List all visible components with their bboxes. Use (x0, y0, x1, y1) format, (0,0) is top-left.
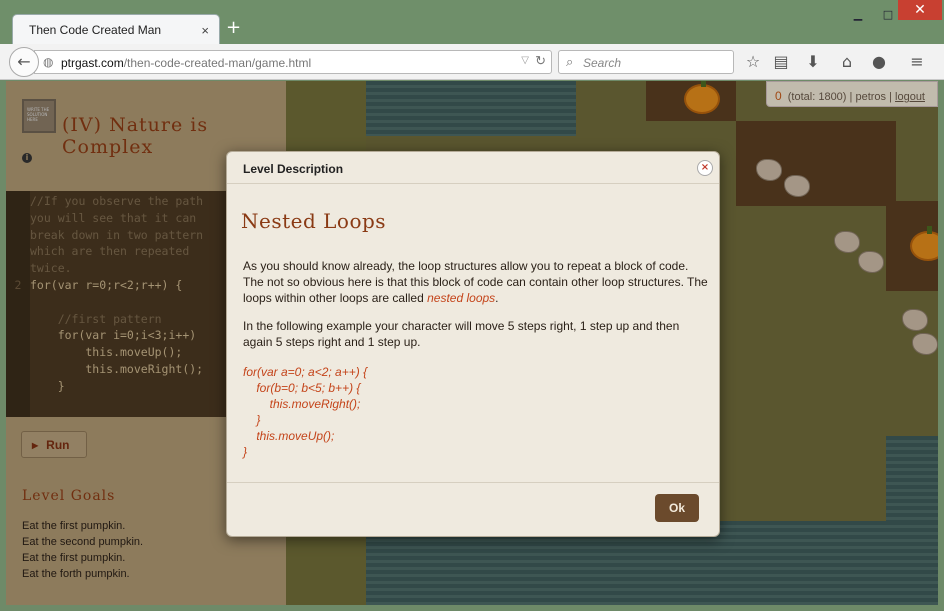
browser-tab[interactable]: Then Code Created Man × (12, 14, 220, 46)
home-icon[interactable]: ⌂ (836, 52, 858, 72)
globe-icon: ◍ (43, 55, 54, 69)
ok-button[interactable]: Ok (655, 494, 699, 522)
level-description-dialog: Level Description × Nested Loops As you … (226, 151, 720, 537)
dialog-paragraph: In the following example your character … (243, 319, 680, 349)
tab-title: Then Code Created Man (29, 23, 162, 37)
back-button[interactable]: ← (9, 47, 39, 77)
reading-list-icon[interactable]: ▤ (770, 52, 792, 72)
dialog-close-icon[interactable]: × (697, 160, 713, 176)
bookmark-star-icon[interactable]: ☆ (742, 52, 764, 72)
dialog-heading: Nested Loops (241, 209, 387, 233)
dialog-header: Level Description (227, 152, 719, 184)
minimize-icon[interactable]: ▁ (848, 8, 868, 22)
paragraph-text: . (495, 291, 499, 305)
browser-toolbar: ◍ ptrgast.com/then-code-created-man/game… (0, 44, 944, 80)
dialog-divider (227, 482, 719, 483)
new-tab-button[interactable]: + (226, 17, 241, 38)
tab-close-icon[interactable]: × (201, 23, 209, 38)
search-icon: ⌕ (566, 54, 574, 69)
window-close-icon[interactable]: ✕ (898, 0, 942, 20)
code-example: for(var a=0; a<2; a++) { for(b=0; b<5; b… (243, 365, 368, 459)
url-dropdown-icon[interactable]: ▽ (521, 55, 529, 66)
url-path: /then-code-created-man/game.html (123, 56, 312, 70)
search-input[interactable]: ⌕ Search (558, 50, 734, 74)
chat-icon[interactable]: ● (868, 52, 890, 72)
menu-icon[interactable]: ≡ (906, 52, 928, 72)
reload-icon[interactable]: ↻ (535, 53, 546, 69)
browser-titlebar: Then Code Created Man × + ▁ □ ✕ (0, 0, 944, 46)
url-bar[interactable]: ◍ ptrgast.com/then-code-created-man/game… (34, 50, 552, 74)
url-host: ptrgast.com (61, 56, 124, 70)
dialog-title: Level Description (243, 162, 344, 176)
back-arrow-icon: ← (17, 52, 31, 71)
highlighted-term: nested loops (427, 291, 496, 305)
maximize-icon[interactable]: □ (878, 8, 898, 22)
download-icon[interactable]: ⬇ (802, 52, 824, 72)
dialog-paragraph: As you should know already, the loop str… (243, 258, 709, 306)
search-placeholder: Search (583, 56, 622, 70)
game-page: WRITE THE SOLUTION HERE (IV) Nature is C… (6, 81, 938, 605)
